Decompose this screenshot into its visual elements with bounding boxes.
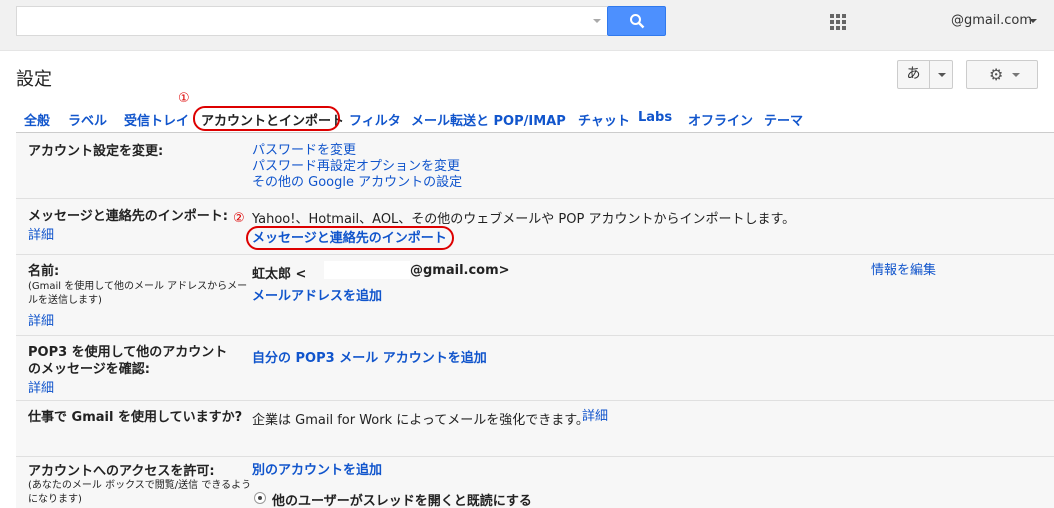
row-heading: メッセージと連絡先のインポート: xyxy=(28,209,228,224)
chevron-down-icon xyxy=(1012,73,1020,77)
annotation-circle-tab xyxy=(193,106,340,131)
change-recovery-options-link[interactable]: パスワード再設定オプションを変更 xyxy=(252,159,460,174)
search-options-icon[interactable] xyxy=(593,19,601,23)
gmail-for-work-text: 企業は Gmail for Work によってメールを強化できます。 xyxy=(252,413,589,428)
tab-forwarding-pop-imap[interactable]: メール転送と POP/IMAP xyxy=(411,110,566,129)
learn-more-link[interactable]: 詳細 xyxy=(28,224,54,243)
row-grant-access: アカウントへのアクセスを許可: (あなたのメール ボックスで閲覧/送信 できるよ… xyxy=(16,457,1054,508)
input-tool-label: あ xyxy=(898,61,930,88)
tab-chat[interactable]: チャット xyxy=(578,110,630,129)
tab-labels[interactable]: ラベル xyxy=(68,110,107,129)
search-icon xyxy=(630,14,645,29)
search-button[interactable] xyxy=(607,6,666,36)
top-bar: @gmail.com xyxy=(0,0,1054,51)
row-heading: アカウントへのアクセスを許可: xyxy=(28,464,215,479)
annotation-marker-2: ② xyxy=(233,211,245,226)
row-subtext: (Gmail を使用して他のメール アドレスからメールを送信します) xyxy=(28,281,248,306)
row-send-mail-as: 名前: (Gmail を使用して他のメール アドレスからメールを送信します) 詳… xyxy=(16,255,1054,336)
add-email-address-link[interactable]: メールアドレスを追加 xyxy=(252,289,382,304)
tab-offline[interactable]: オフライン xyxy=(688,110,753,129)
chevron-down-icon[interactable] xyxy=(938,73,946,77)
page-title: 設定 xyxy=(16,69,52,90)
add-another-account-link[interactable]: 別のアカウントを追加 xyxy=(252,463,382,478)
sender-email: @gmail.com> xyxy=(410,263,510,278)
mark-as-read-radio[interactable] xyxy=(254,492,266,504)
row-heading: POP3 を使用して他のアカウントのメッセージを確認: xyxy=(28,345,228,377)
import-description: Yahoo!、Hotmail、AOL、その他のウェブメールや POP アカウント… xyxy=(252,212,796,227)
row-heading: 名前: xyxy=(28,264,60,279)
apps-grid-icon[interactable] xyxy=(830,14,846,30)
row-check-pop3: POP3 を使用して他のアカウントのメッセージを確認: 詳細 自分の POP3 … xyxy=(16,336,1054,401)
annotation-marker-1: ① xyxy=(178,91,190,106)
learn-more-link[interactable]: 詳細 xyxy=(582,409,608,424)
tab-themes[interactable]: テーマ xyxy=(764,110,803,129)
other-google-account-settings-link[interactable]: その他の Google アカウントの設定 xyxy=(252,175,462,190)
account-caret-icon[interactable] xyxy=(1029,19,1037,23)
gear-icon: ⚙ xyxy=(989,65,1004,84)
change-password-link[interactable]: パスワードを変更 xyxy=(252,143,356,158)
sender-name: 虹太郎 < xyxy=(252,267,307,282)
add-pop3-account-link[interactable]: 自分の POP3 メール アカウントを追加 xyxy=(252,351,487,366)
search-input[interactable] xyxy=(16,6,607,36)
row-subtext: (あなたのメール ボックスで閲覧/送信 できるようになります) xyxy=(28,480,252,505)
learn-more-link[interactable]: 詳細 xyxy=(28,377,54,396)
settings-tabs: 全般 ラベル 受信トレイ アカウントとインポート フィルタ メール転送と POP… xyxy=(16,108,1054,132)
tab-inbox[interactable]: 受信トレイ xyxy=(124,110,189,129)
row-heading: アカウント設定を変更: xyxy=(28,144,164,159)
row-heading: 仕事で Gmail を使用していますか? xyxy=(28,410,243,425)
mark-as-read-label: 他のユーザーがスレッドを開くと既読にする xyxy=(272,494,532,508)
edit-info-link[interactable]: 情報を編集 xyxy=(871,263,936,278)
row-import-mail-contacts: メッセージと連絡先のインポート: 詳細 Yahoo!、Hotmail、AOL、そ… xyxy=(16,199,1054,255)
redacted-area xyxy=(324,261,410,279)
settings-gear-button[interactable]: ⚙ xyxy=(966,60,1038,89)
account-email[interactable]: @gmail.com xyxy=(951,13,1032,28)
annotation-circle-import-link xyxy=(246,226,454,250)
tab-filters[interactable]: フィルタ xyxy=(349,110,401,129)
input-tools-button[interactable]: あ xyxy=(897,60,953,89)
row-gmail-for-work: 仕事で Gmail を使用していますか? 企業は Gmail for Work … xyxy=(16,401,1054,457)
tab-general[interactable]: 全般 xyxy=(24,110,50,129)
tab-labs[interactable]: Labs xyxy=(638,110,672,125)
row-change-account-settings: アカウント設定を変更: パスワードを変更 パスワード再設定オプションを変更 その… xyxy=(16,133,1054,199)
settings-table: アカウント設定を変更: パスワードを変更 パスワード再設定オプションを変更 その… xyxy=(16,132,1054,508)
learn-more-link[interactable]: 詳細 xyxy=(28,310,54,329)
